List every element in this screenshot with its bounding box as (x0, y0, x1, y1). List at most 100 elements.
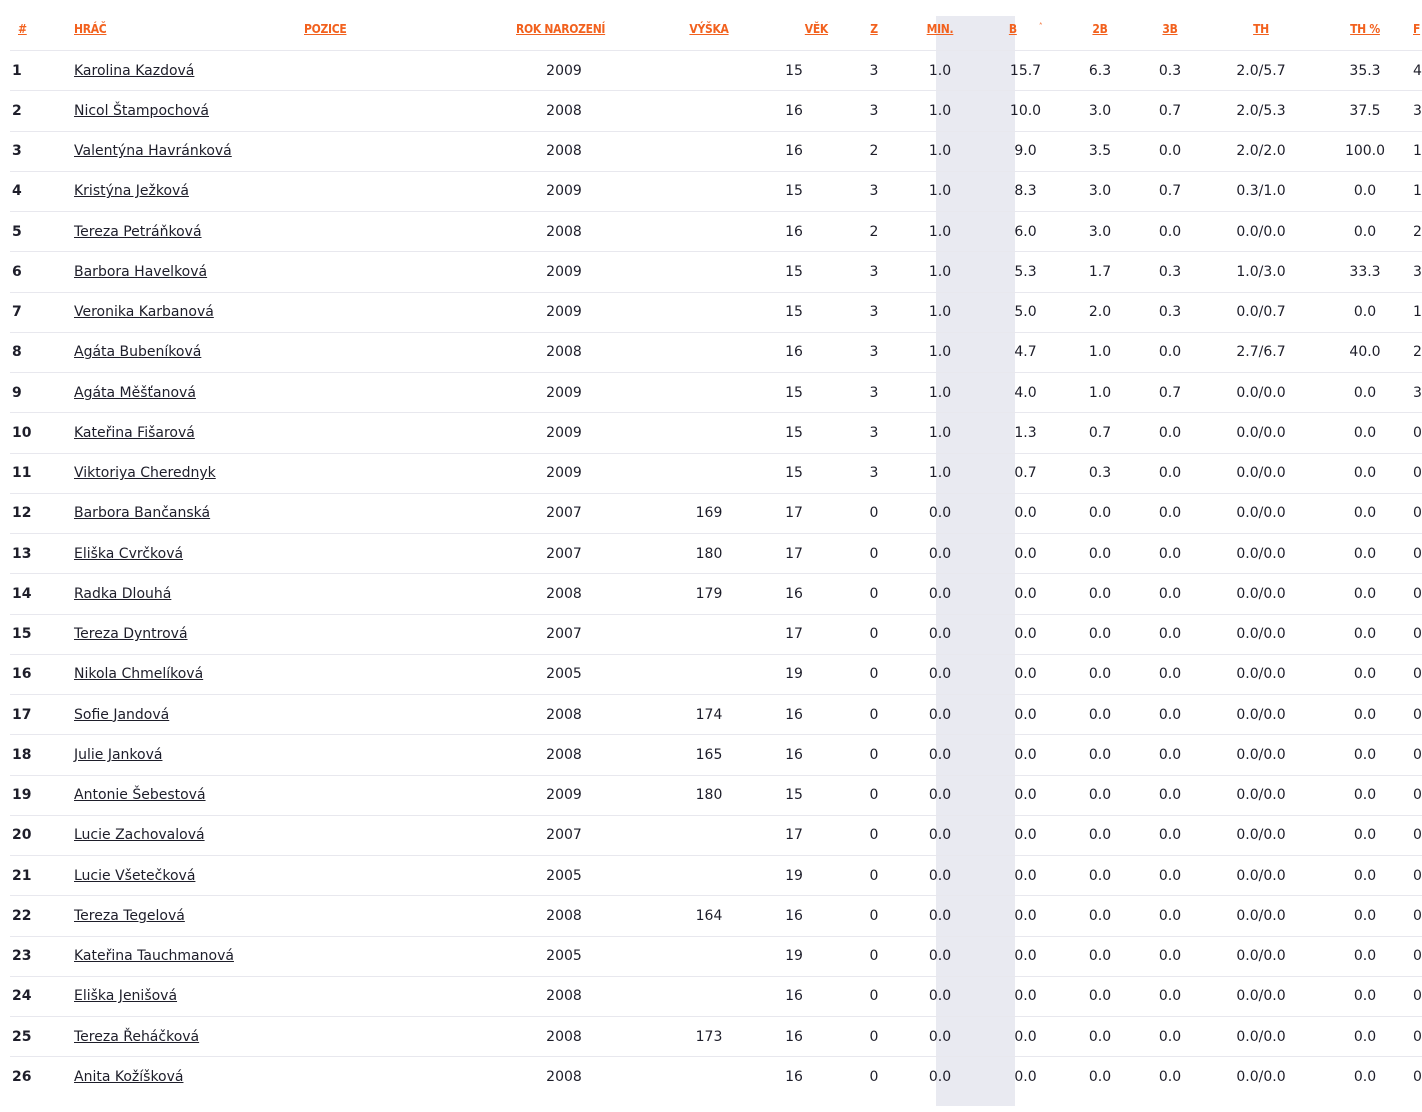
player-name-link[interactable]: Lucie Všetečková (74, 868, 195, 884)
player-name-link[interactable]: Antonie Šebestová (74, 787, 206, 803)
player-name-link[interactable]: Viktoriya Cherednyk (74, 465, 216, 481)
player-minutes-cell: 0.0 (928, 1069, 952, 1086)
player-name-link[interactable]: Tereza Petráňková (74, 224, 202, 240)
player-rank-cell: 21 (12, 867, 32, 884)
player-two-pointers-cell: 0.0 (1088, 746, 1112, 763)
header-fouls[interactable]: F (1413, 8, 1422, 51)
player-points-cell: 0.0 (1014, 626, 1037, 643)
player-name-link[interactable]: Karolina Kazdová (74, 63, 194, 79)
header-age[interactable]: VĚK (734, 8, 854, 51)
header-free-throw-pct[interactable]: TH % (1317, 8, 1413, 51)
player-birth-year-cell: 2005 (546, 666, 582, 683)
player-minutes-cell: 1.0 (928, 62, 952, 79)
header-minutes[interactable]: MIN. (894, 8, 986, 51)
player-games-cell: 3 (869, 102, 879, 119)
header-three-pointers[interactable]: 3B (1135, 8, 1205, 51)
player-free-throws-cell: 0.0/0.7 (1236, 304, 1286, 321)
player-height-cell (684, 1057, 734, 1097)
player-name-link[interactable]: Kristýna Ježková (74, 183, 189, 199)
table-header: # HRÁČ POZICE ROK NAROZENÍ VÝŠKA VĚK Z M… (10, 8, 1422, 51)
player-name-link[interactable]: Tereza Dyntrová (74, 626, 188, 642)
player-name-link[interactable]: Tereza Tegelová (74, 908, 185, 924)
header-points[interactable]: B ˄ (986, 8, 1065, 51)
player-free-throws-cell: 0.0/0.0 (1236, 505, 1286, 522)
table-body: 1 Karolina Kazdová 2009 15 3 1.0 15.7 6.3 0.3 2.0… (10, 50, 1422, 1098)
player-free-throws-cell: 2.0/2.0 (1236, 143, 1286, 160)
player-three-pointers-cell: 0.0 (1158, 948, 1182, 965)
player-name-link[interactable]: Agáta Bubeníková (74, 344, 201, 360)
player-free-throws-cell: 0.0/0.0 (1236, 626, 1286, 643)
player-minutes-cell: 0.0 (928, 626, 952, 643)
player-rank-cell: 2 (12, 102, 22, 119)
player-name-link[interactable]: Barbora Bančanská (74, 505, 210, 521)
player-games-cell: 0 (869, 505, 879, 522)
player-name-link[interactable]: Nikola Chmelíková (74, 666, 203, 682)
player-free-throws-cell: 0.0/0.0 (1236, 585, 1286, 602)
player-name-link[interactable]: Lucie Zachovalová (74, 827, 205, 843)
player-rank-cell: 19 (12, 787, 32, 804)
player-name-link[interactable]: Barbora Havelková (74, 264, 207, 280)
header-free-throws[interactable]: TH (1205, 8, 1317, 51)
player-name-cell: Nikola Chmelíková (74, 654, 304, 694)
player-age-cell: 15 (785, 304, 803, 321)
header-rank[interactable]: # (10, 8, 74, 51)
player-age-cell: 16 (785, 1028, 803, 1045)
player-fouls-cell: 3.3 (1413, 384, 1422, 401)
header-height[interactable]: VÝŠKA (684, 8, 734, 51)
player-position-cell (304, 91, 444, 131)
player-minutes-cell: 1.0 (928, 424, 952, 441)
player-points-cell: 0.0 (1014, 585, 1037, 602)
player-name-link[interactable]: Eliška Jenišová (74, 988, 177, 1004)
player-name-link[interactable]: Julie Janková (74, 747, 162, 763)
header-player[interactable]: HRÁČ (74, 8, 304, 51)
header-position[interactable]: POZICE (304, 8, 444, 51)
player-name-link[interactable]: Sofie Jandová (74, 707, 169, 723)
header-birth-year[interactable]: ROK NAROZENÍ (444, 8, 684, 51)
player-free-throws-cell: 2.0/5.7 (1236, 62, 1286, 79)
player-games-cell: 0 (869, 1069, 879, 1086)
player-two-pointers-cell: 0.0 (1088, 545, 1112, 562)
player-fouls-cell: 0.0 (1413, 948, 1422, 965)
player-position-cell (304, 131, 444, 171)
player-games-cell: 3 (869, 465, 879, 482)
header-two-pointers[interactable]: 2B (1065, 8, 1135, 51)
player-name-link[interactable]: Kateřina Fišarová (74, 425, 195, 441)
player-two-pointers-cell: 3.0 (1088, 183, 1112, 200)
player-points-cell: 0.0 (1014, 545, 1037, 562)
header-games[interactable]: Z (854, 8, 894, 51)
player-free-throws-cell: 0.0/0.0 (1236, 424, 1286, 441)
player-minutes-cell: 1.0 (928, 143, 952, 160)
player-rank-cell: 3 (12, 143, 22, 160)
player-free-throw-pct-cell: 0.0 (1353, 626, 1377, 643)
player-name-link[interactable]: Kateřina Tauchmanová (74, 948, 234, 964)
player-name-link[interactable]: Eliška Cvrčková (74, 546, 183, 562)
player-name-link[interactable]: Valentýna Havránková (74, 143, 232, 159)
player-free-throw-pct-cell: 37.5 (1349, 102, 1381, 119)
player-name-link[interactable]: Nicol Štampochová (74, 103, 209, 119)
player-two-pointers-cell: 0.0 (1088, 948, 1112, 965)
player-two-pointers-cell: 0.0 (1088, 787, 1112, 804)
player-birth-year-cell: 2008 (546, 1028, 582, 1045)
player-points-cell: 0.0 (1014, 505, 1037, 522)
player-points-cell: 0.0 (1014, 867, 1037, 884)
player-points-cell: 15.7 (1009, 62, 1042, 79)
player-position-cell (304, 51, 444, 91)
player-rank-cell: 9 (12, 384, 22, 401)
player-name-link[interactable]: Anita Kožíšková (74, 1069, 183, 1085)
player-age-cell: 16 (785, 102, 803, 119)
player-age-cell: 16 (785, 907, 803, 924)
player-birth-year-cell: 2009 (546, 62, 582, 79)
player-name-link[interactable]: Radka Dlouhá (74, 586, 171, 602)
player-points-cell: 0.7 (1014, 465, 1037, 482)
player-free-throws-cell: 1.0/3.0 (1236, 263, 1286, 280)
player-three-pointers-cell: 0.0 (1158, 746, 1182, 763)
player-name-link[interactable]: Veronika Karbanová (74, 304, 214, 320)
player-name-link[interactable]: Tereza Řeháčková (74, 1029, 199, 1045)
player-rank-cell: 5 (12, 223, 22, 240)
player-games-cell: 0 (869, 746, 879, 763)
player-name-link[interactable]: Agáta Měšťanová (74, 385, 196, 401)
player-height-cell (684, 413, 734, 453)
player-rank-cell: 1 (12, 62, 22, 79)
player-free-throw-pct-cell: 0.0 (1353, 304, 1377, 321)
player-height-cell (684, 453, 734, 493)
